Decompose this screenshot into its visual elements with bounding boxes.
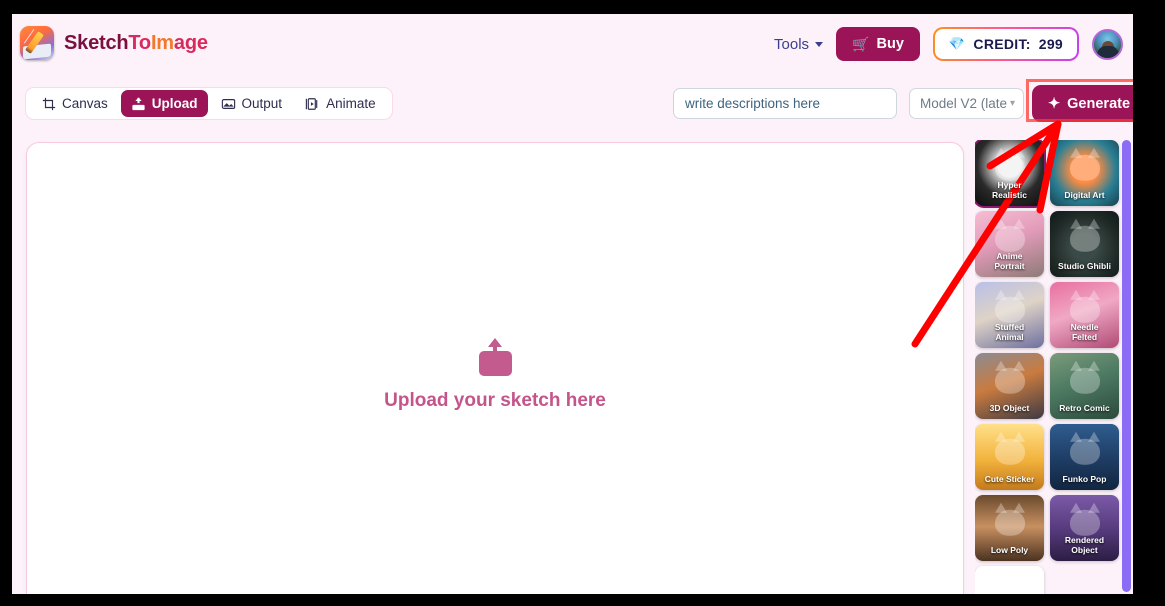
style-card[interactable]: Cute Sticker	[975, 424, 1044, 490]
model-select-value: Model V2 (late	[920, 96, 1008, 111]
scrollbar-thumb[interactable]	[1122, 140, 1131, 592]
app-header: SketchToImage Tools 🛒 Buy 💎 CREDIT: 299	[12, 14, 1133, 75]
brand[interactable]: SketchToImage	[20, 26, 208, 60]
crop-frame-icon	[42, 97, 56, 110]
brand-part-4: age	[173, 31, 208, 54]
style-card-label: Needle Felted	[1070, 322, 1099, 342]
credit-label: CREDIT:	[973, 36, 1031, 52]
film-play-icon	[305, 97, 318, 110]
style-card[interactable]: Anime Portrait	[975, 211, 1044, 277]
chevron-down-icon: ▾	[1009, 98, 1015, 109]
style-card[interactable]: Low Poly	[975, 495, 1044, 561]
mode-tabs: Canvas Upload Output Animate	[25, 87, 393, 120]
generate-label: Generate	[1067, 95, 1131, 112]
buy-button[interactable]: 🛒 Buy	[836, 27, 920, 61]
style-card-label: Low Poly	[990, 545, 1029, 555]
tab-animate-label: Animate	[326, 96, 376, 111]
credit-badge[interactable]: 💎 CREDIT: 299	[932, 27, 1079, 61]
style-card[interactable]	[975, 566, 1044, 594]
style-card[interactable]: Studio Ghibli	[1050, 211, 1119, 277]
brand-name: SketchToImage	[64, 32, 208, 55]
upload-prompt-text: Upload your sketch here	[384, 389, 606, 411]
generate-button[interactable]: ✦ Generate	[1032, 85, 1133, 122]
header-actions: Tools 🛒 Buy 💎 CREDIT: 299	[774, 27, 1123, 61]
style-panel-scrollbar[interactable]	[1122, 140, 1131, 594]
tab-output[interactable]: Output	[211, 90, 293, 117]
model-select[interactable]: Model V2 (late ▾	[909, 88, 1024, 119]
style-presets-grid: Hyper Realistic Digital Art Anime Portrait St…	[975, 140, 1133, 594]
tab-output-label: Output	[241, 96, 283, 111]
style-card-label: Hyper Realistic	[992, 180, 1027, 200]
app-window: SketchToImage Tools 🛒 Buy 💎 CREDIT: 299	[12, 14, 1133, 594]
style-card[interactable]: Stuffed Animal	[975, 282, 1044, 348]
style-card-label: Anime Portrait	[994, 251, 1025, 271]
description-input[interactable]	[673, 88, 897, 119]
style-card-label: Stuffed Animal	[994, 322, 1025, 342]
style-card-label: Studio Ghibli	[1058, 261, 1111, 271]
tools-label: Tools	[774, 35, 810, 53]
tab-animate[interactable]: Animate	[295, 90, 386, 117]
style-card[interactable]: Needle Felted	[1050, 282, 1119, 348]
sketch-pencil-logo-icon	[20, 26, 54, 60]
style-card[interactable]: Retro Comic	[1050, 353, 1119, 419]
style-card-label: Retro Comic	[1059, 403, 1110, 413]
style-card-label: Funko Pop	[1062, 474, 1107, 484]
tab-canvas[interactable]: Canvas	[32, 90, 118, 117]
credit-value: 299	[1038, 36, 1063, 52]
style-card-label: Digital Art	[1064, 190, 1105, 200]
brand-part-3: Im	[150, 31, 174, 54]
style-card[interactable]: 3D Object	[975, 353, 1044, 419]
shopping-cart-icon: 🛒	[852, 36, 870, 52]
chevron-down-icon	[815, 41, 824, 47]
upload-dropzone[interactable]: Upload your sketch here	[26, 142, 964, 594]
style-card[interactable]: Digital Art	[1050, 140, 1119, 206]
upload-arrow-icon	[475, 337, 515, 376]
tab-canvas-label: Canvas	[62, 96, 108, 111]
style-card[interactable]: Funko Pop	[1050, 424, 1119, 490]
style-presets-panel: Hyper Realistic Digital Art Anime Portrait St…	[975, 140, 1133, 594]
image-icon	[221, 98, 235, 109]
style-card-label: 3D Object	[989, 403, 1030, 413]
gem-icon: 💎	[948, 36, 966, 51]
upload-tray-icon	[132, 97, 145, 110]
sparkles-icon: ✦	[1048, 95, 1061, 112]
user-avatar[interactable]	[1092, 28, 1123, 60]
brand-part-1: Sketch	[64, 31, 129, 54]
style-card-label: Rendered Object	[1064, 535, 1105, 555]
style-card-label: Cute Sticker	[984, 474, 1035, 484]
tools-menu-button[interactable]: Tools	[774, 35, 824, 53]
tab-upload-label: Upload	[151, 96, 198, 111]
style-card[interactable]: Rendered Object	[1050, 495, 1119, 561]
style-card[interactable]: Hyper Realistic	[975, 140, 1046, 208]
style-thumbnail	[975, 566, 1044, 594]
tab-upload[interactable]: Upload	[120, 90, 208, 117]
buy-label: Buy	[876, 36, 904, 52]
brand-part-2: To	[128, 31, 151, 54]
